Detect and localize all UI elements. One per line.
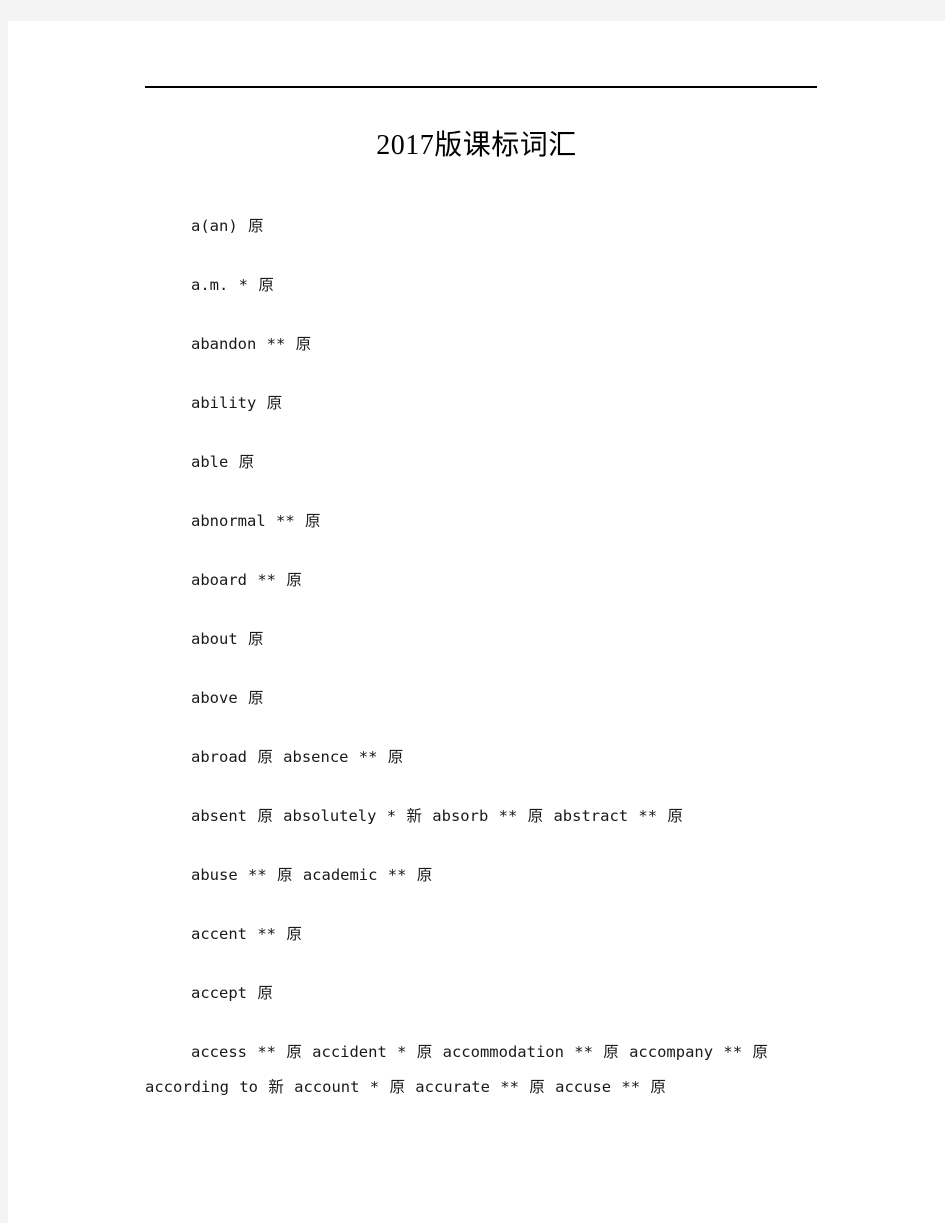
- vocabulary-entry: absent 原 absolutely * 新 absorb ** 原 abst…: [191, 807, 683, 825]
- vocabulary-entry: abroad 原 absence ** 原: [191, 748, 404, 766]
- page-title: 2017版课标词汇: [376, 130, 577, 161]
- vocabulary-entry: about 原: [191, 630, 264, 648]
- header-horizontal-rule: [145, 86, 817, 88]
- vocabulary-entry-list: a(an) 原 a.m. * 原 abandon ** 原 ability 原 …: [145, 197, 817, 1105]
- vocabulary-entry: a(an) 原: [191, 217, 264, 235]
- vocabulary-entry: ability 原: [191, 394, 283, 412]
- vocabulary-entry: accept 原: [191, 984, 273, 1002]
- vocabulary-entry: abuse ** 原 academic ** 原: [191, 866, 433, 884]
- vocabulary-entry: abnormal ** 原: [191, 512, 321, 530]
- document-page: 2017版课标词汇 a(an) 原 a.m. * 原 abandon ** 原 …: [8, 21, 945, 1223]
- vocabulary-entry: aboard ** 原: [191, 571, 302, 589]
- vocabulary-entry: accent ** 原: [191, 925, 302, 943]
- vocabulary-entry: above 原: [191, 689, 264, 707]
- vocabulary-entry: able 原: [191, 453, 255, 471]
- vocabulary-entry: a.m. * 原: [191, 276, 274, 294]
- vocabulary-entry: access ** 原 accident * 原 accommodation *…: [145, 1043, 768, 1096]
- vocabulary-entry: abandon ** 原: [191, 335, 312, 353]
